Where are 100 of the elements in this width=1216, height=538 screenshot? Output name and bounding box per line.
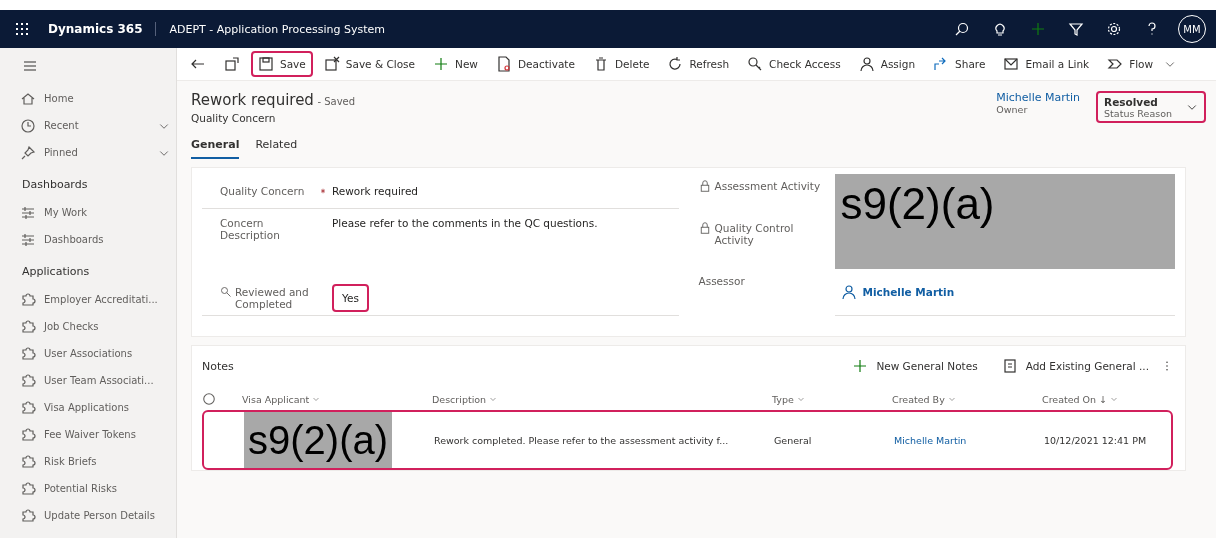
sidebar-item[interactable]: Recent — [0, 112, 176, 139]
sidebar-item[interactable]: My Work — [0, 199, 176, 226]
column-header[interactable]: Description — [432, 393, 772, 405]
field-label: Concern Description — [219, 217, 281, 241]
redaction-block: s9(2)(a) — [244, 412, 393, 468]
save-state: - Saved — [317, 96, 356, 107]
chevron-icon — [489, 395, 498, 403]
sidebar-item[interactable]: Employer Accreditati... — [0, 286, 176, 313]
command-button[interactable]: Flow — [1100, 51, 1161, 77]
sidebar-item[interactable]: Dashboards — [0, 226, 176, 253]
column-header[interactable]: Created By — [892, 393, 1042, 405]
command-button[interactable]: Delete — [585, 51, 657, 77]
status-reason-dropdown[interactable]: Resolved Status Reason — [1096, 91, 1206, 123]
lock-icon — [698, 221, 711, 234]
app-title: ADEPT - Application Processing System — [169, 22, 386, 36]
field-label: Assessment Activity — [714, 180, 821, 192]
field-value[interactable]: Yes — [332, 284, 369, 312]
filter-icon — [1068, 21, 1084, 37]
save-close-icon — [323, 56, 340, 72]
command-button[interactable]: Save — [251, 51, 313, 77]
sidebar-item[interactable]: Potential Risks — [0, 475, 176, 502]
column-header[interactable]: Visa Applicant — [242, 393, 432, 405]
field-label: Reviewed and Completed — [202, 286, 320, 310]
app-name[interactable]: Dynamics 365 — [48, 22, 156, 36]
command-button[interactable]: Share — [926, 51, 993, 77]
sidebar-item[interactable]: User Team Associati... — [0, 367, 176, 394]
command-button[interactable]: Save & Close — [316, 51, 423, 77]
plus-icon — [1030, 21, 1046, 37]
field-label: Quality Control Activity — [714, 221, 795, 246]
menu-icon — [22, 58, 38, 74]
menu-button[interactable] — [22, 58, 38, 74]
required-asterisk-icon — [320, 188, 326, 194]
puzzle-icon — [20, 291, 36, 308]
table-cell-text: General — [774, 434, 813, 446]
sidebar-item[interactable]: Update Person Details — [0, 502, 176, 529]
refresh-icon — [667, 56, 684, 72]
mail-icon — [1003, 56, 1020, 72]
search-icon — [220, 286, 232, 298]
person-icon — [840, 284, 857, 301]
settings-icon — [1106, 21, 1122, 37]
popout-icon — [224, 56, 240, 72]
clock-icon — [20, 117, 36, 134]
pin-icon — [20, 144, 36, 161]
puzzle-icon — [20, 426, 36, 443]
command-button[interactable]: Assign — [851, 51, 923, 77]
sidebar-heading: Dashboards — [21, 177, 89, 193]
puzzle-icon — [20, 318, 36, 335]
command-button[interactable]: Email a Link — [996, 51, 1097, 77]
chevron-icon — [796, 395, 805, 403]
created-by-link[interactable]: Michelle Martin — [894, 434, 1044, 446]
owner-link[interactable]: Michelle Martin — [996, 91, 1081, 104]
flow-icon — [1107, 56, 1124, 72]
notes-action-button[interactable]: Add Existing General ... — [989, 354, 1161, 378]
field-label: Quality Concern — [219, 185, 306, 197]
plus-icon — [433, 56, 450, 72]
notes-row[interactable]: s9(2)(a) Rework completed. Please refer to the assessment activity f... General Michelle Martin 10/12/2021 12:41 PM — [202, 410, 1173, 470]
command-button[interactable]: Check Access — [740, 51, 848, 77]
tab[interactable]: Related — [255, 136, 298, 159]
sidebar-item[interactable]: Pinned — [0, 139, 176, 166]
command-button[interactable]: Refresh — [660, 51, 737, 77]
owner-label: Owner — [996, 104, 1029, 115]
puzzle-icon — [20, 507, 36, 524]
table-cell-text: Rework completed. Please refer to the assessment activity f... — [434, 434, 730, 446]
lightbulb-icon — [992, 21, 1008, 37]
chevron-icon — [947, 395, 956, 403]
sidebar-item[interactable]: Fee Waiver Tokens — [0, 421, 176, 448]
plus-icon — [852, 358, 869, 374]
sidebar-item[interactable]: Risk Briefs — [0, 448, 176, 475]
command-button[interactable]: New — [426, 51, 485, 77]
puzzle-icon — [20, 399, 36, 416]
dashboard-icon — [20, 204, 36, 221]
column-header[interactable]: Type — [772, 393, 892, 405]
chevron-icon — [312, 395, 321, 403]
assessor-link[interactable]: Michelle Martin — [834, 269, 1175, 316]
document-icon — [495, 56, 512, 72]
notes-title: Notes — [202, 359, 235, 373]
table-cell-text: 10/12/2021 12:41 PM — [1044, 434, 1148, 446]
puzzle-icon — [20, 480, 36, 497]
field-value[interactable]: Rework required — [332, 185, 679, 197]
chevron-icon — [1110, 395, 1119, 403]
tab[interactable]: General — [191, 136, 240, 159]
record-title: Rework required — [191, 91, 314, 109]
puzzle-icon — [20, 345, 36, 362]
save-icon — [258, 56, 274, 72]
sidebar-item[interactable]: Visa Applications — [0, 394, 176, 421]
notes-action-button[interactable]: New General Notes — [840, 354, 990, 378]
column-header[interactable]: Created On ↓ — [1042, 393, 1173, 405]
grid-icon — [14, 21, 30, 37]
puzzle-icon — [20, 372, 36, 389]
field-value[interactable]: Please refer to the comments in the QC questions. — [332, 217, 679, 229]
person-icon — [858, 56, 875, 72]
sidebar-item[interactable]: Job Checks — [0, 313, 176, 340]
lock-icon — [698, 180, 711, 192]
sidebar-item[interactable]: User Associations — [0, 340, 176, 367]
entity-name: Quality Concern — [191, 112, 277, 124]
sidebar-item[interactable]: Home — [0, 85, 176, 112]
command-button[interactable]: Deactivate — [488, 51, 582, 77]
dashboard-icon — [20, 231, 36, 248]
field-label: Assessor — [698, 275, 745, 288]
clipboard-icon — [1001, 358, 1018, 374]
